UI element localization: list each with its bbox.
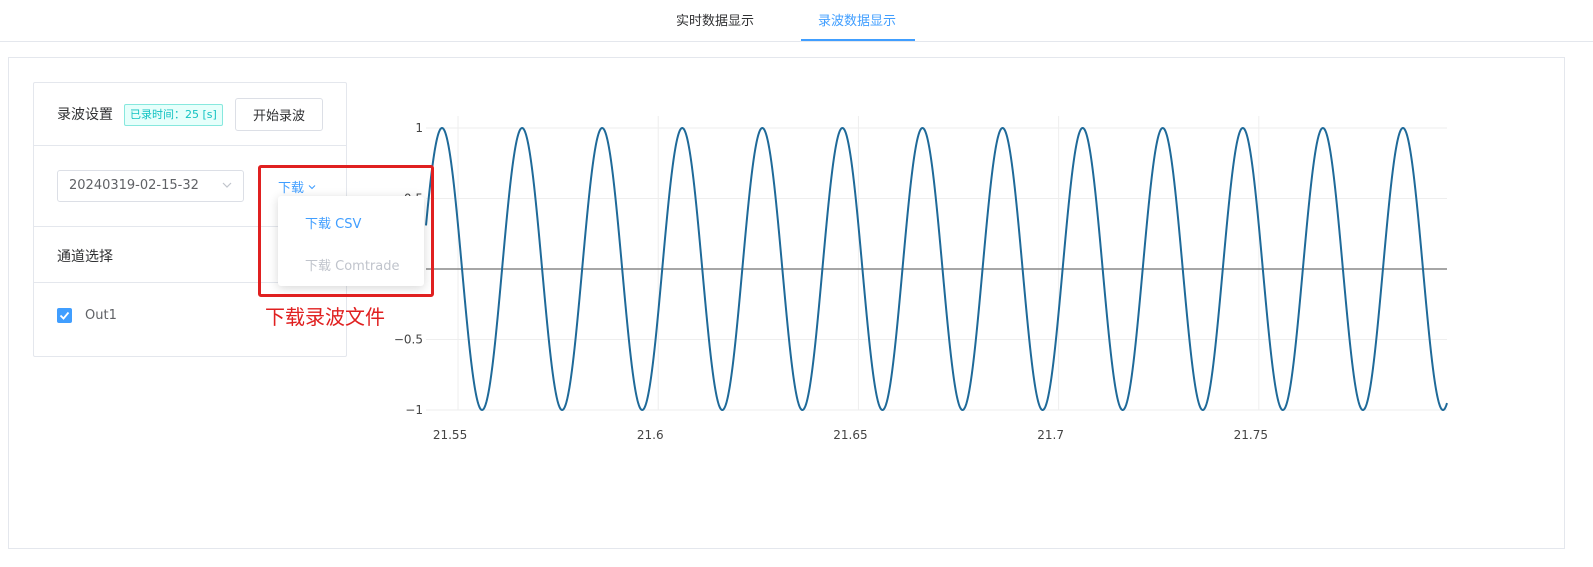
x-tick-label: 21.55: [433, 428, 467, 442]
annotation-text: 下载录波文件: [265, 305, 385, 329]
y-tick-label: −1: [405, 403, 423, 417]
download-dropdown-menu: 下载 CSV 下载 Comtrade: [278, 196, 424, 286]
x-tick-label: 21.6: [637, 428, 664, 442]
x-tick-label: 21.65: [833, 428, 867, 442]
waveform-chart: 21.5521.621.6521.721.7510.5−0.5−1: [394, 116, 1448, 442]
x-tick-label: 21.75: [1234, 428, 1268, 442]
x-tick-label: 21.7: [1037, 428, 1064, 442]
download-comtrade-item[interactable]: 下载 Comtrade: [305, 255, 400, 274]
y-tick-label: 1: [415, 121, 423, 135]
y-tick-label: −0.5: [394, 333, 423, 347]
download-csv-item[interactable]: 下载 CSV: [305, 213, 361, 232]
